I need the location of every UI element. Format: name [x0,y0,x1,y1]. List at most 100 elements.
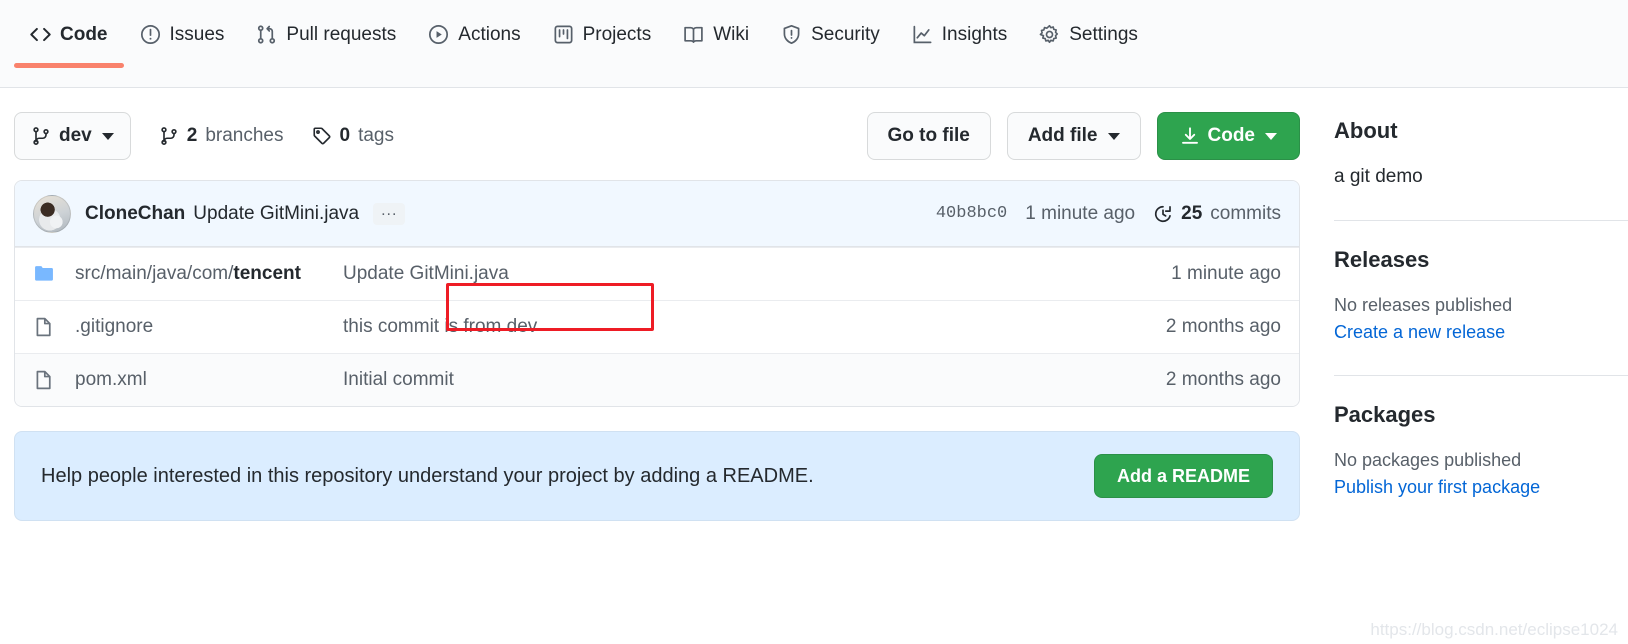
code-icon [30,24,51,45]
git-branch-icon [159,126,179,146]
git-branch-icon [31,126,51,146]
releases-section: Releases No releases published Create a … [1334,247,1628,347]
tab-label: Settings [1069,23,1138,45]
branches-count-link[interactable]: 2 branches [159,125,284,147]
file-commit-message[interactable]: this commit is from dev [343,316,1081,338]
tag-icon [312,126,332,146]
tags-count: 0 [339,125,351,146]
readme-prompt-text: Help people interested in this repositor… [41,464,814,487]
commits-count-value: 25 [1181,202,1203,224]
code-download-button[interactable]: Code [1156,112,1300,160]
issue-opened-icon [140,24,161,45]
file-actions-bar: dev 2 branches 0 tags Go to file Add fil… [14,112,1300,160]
releases-title: Releases [1334,247,1430,272]
file-icon [33,316,55,338]
folder-icon [33,263,55,285]
file-name[interactable]: .gitignore [75,316,343,338]
tab-label: Pull requests [286,23,397,45]
tab-wiki[interactable]: Wiki [667,0,765,68]
divider [1334,375,1628,376]
tab-label: Actions [458,23,521,45]
commit-sha[interactable]: 40b8bc0 [936,204,1007,223]
shield-icon [781,24,802,45]
table-row[interactable]: .gitignore this commit is from dev 2 mon… [15,300,1299,353]
branch-name-label: dev [59,125,92,146]
add-file-label: Add file [1027,125,1098,146]
file-commit-time: 1 minute ago [1171,263,1281,284]
packages-section: Packages No packages published Publish y… [1334,402,1628,502]
go-to-file-button[interactable]: Go to file [866,112,991,160]
tab-actions[interactable]: Actions [412,0,536,68]
file-name[interactable]: pom.xml [75,369,343,391]
tab-settings[interactable]: Settings [1023,0,1154,68]
add-file-button[interactable]: Add file [1006,112,1141,160]
project-icon [553,24,574,45]
graph-icon [912,24,933,45]
chevron-down-icon [1265,132,1277,140]
file-name-prefix: pom.xml [75,369,147,390]
releases-empty-text: No releases published [1334,295,1513,315]
readme-prompt-banner: Help people interested in this repositor… [14,431,1300,521]
watermark: https://blog.csdn.net/eclipse1024 [1370,620,1618,639]
tab-label: Code [60,23,108,45]
file-icon [33,369,55,391]
file-listing: CloneChan Update GitMini.java ... 40b8bc… [14,180,1300,407]
branch-selector-button[interactable]: dev [14,112,131,160]
about-description: a git demo [1334,166,1423,187]
tab-issues[interactable]: Issues [124,0,241,68]
tab-security[interactable]: Security [765,0,896,68]
commit-details-button[interactable]: ... [373,202,406,225]
file-commit-time: 2 months ago [1165,316,1281,337]
create-release-link[interactable]: Create a new release [1334,322,1628,343]
file-commit-message[interactable]: Initial commit [343,369,1081,391]
commit-meta: 40b8bc0 1 minute ago 25 commits [936,203,1281,225]
sidebar: About a git demo Releases No releases pu… [1316,112,1628,521]
gear-icon [1039,24,1060,45]
download-icon [1180,126,1200,146]
commit-time: 1 minute ago [1025,202,1136,224]
go-to-file-label: Go to file [887,125,970,146]
tab-label: Issues [169,23,225,45]
latest-commit-header: CloneChan Update GitMini.java ... 40b8bc… [15,181,1299,247]
publish-package-link[interactable]: Publish your first package [1334,477,1628,498]
tab-pull-requests[interactable]: Pull requests [240,0,412,68]
tab-code[interactable]: Code [14,0,124,68]
tags-count-link[interactable]: 0 tags [312,125,394,147]
packages-empty-text: No packages published [1334,450,1522,470]
play-icon [428,24,449,45]
code-label: Code [1207,125,1256,146]
tags-label: tags [358,125,394,146]
main-column: dev 2 branches 0 tags Go to file Add fil… [0,112,1316,521]
tab-label: Wiki [713,23,750,45]
branches-count: 2 [186,125,198,146]
tab-insights[interactable]: Insights [896,0,1023,68]
file-commit-message[interactable]: Update GitMini.java [343,263,1081,285]
repo-nav: Code Issues Pull requests Actions Projec… [0,0,1628,88]
commit-message[interactable]: Update GitMini.java [193,203,359,225]
tab-projects[interactable]: Projects [537,0,668,68]
chevron-down-icon [1107,132,1120,140]
page-body: dev 2 branches 0 tags Go to file Add fil… [0,88,1628,521]
divider [1334,220,1628,221]
avatar[interactable] [33,194,71,233]
packages-title: Packages [1334,402,1436,427]
file-name[interactable]: src/main/java/com/tencent [75,263,343,285]
tab-label: Insights [941,23,1008,45]
commits-count-link[interactable]: 25 commits [1153,203,1281,225]
add-readme-button[interactable]: Add a README [1093,454,1273,498]
book-icon [683,24,704,45]
table-row[interactable]: src/main/java/com/tencent Update GitMini… [15,247,1299,300]
table-row[interactable]: pom.xml Initial commit 2 months ago [15,353,1299,406]
history-icon [1153,204,1173,224]
tab-label: Projects [582,23,652,45]
chevron-down-icon [101,132,114,140]
commits-label: commits [1210,202,1281,224]
tab-label: Security [811,23,880,45]
branches-label: branches [205,125,284,146]
file-name-prefix: .gitignore [75,316,154,337]
about-section: About a git demo [1334,118,1628,192]
file-name-prefix: src/main/java/com/ [75,263,234,284]
file-commit-time: 2 months ago [1165,369,1281,390]
file-name-leaf: tencent [233,263,301,284]
commit-author[interactable]: CloneChan [85,203,185,225]
